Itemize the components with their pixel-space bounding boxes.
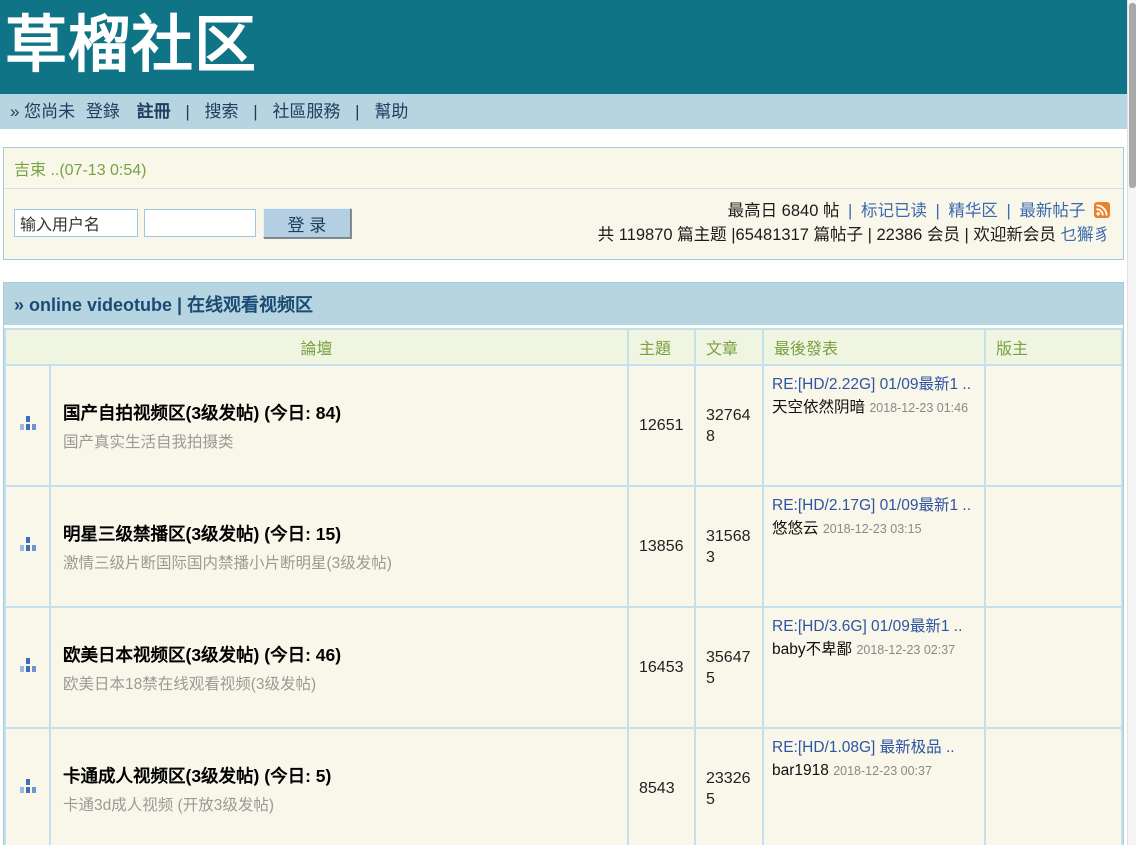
topics-count: 12651 xyxy=(628,365,695,486)
topics-count: 8543 xyxy=(628,728,695,845)
moderator-cell xyxy=(985,728,1122,845)
forum-row: 国产自拍视频区(3级发帖) (今日: 84) 国产真实生活自我拍摄类 12651… xyxy=(5,365,1122,486)
forum-title-link[interactable]: 国产自拍视频区(3级发帖) (今日: 84) xyxy=(63,400,615,425)
scrollbar-thumb[interactable] xyxy=(1129,3,1136,188)
lastpost-cell: RE:[HD/1.08G] 最新极品 .. bar1918 2018-12-23… xyxy=(763,728,985,845)
forum-description: 激情三级片断国际国内禁播小片断明星(3级发帖) xyxy=(63,551,615,573)
forum-status-icon xyxy=(5,728,50,845)
stats-separator: | xyxy=(1007,202,1011,220)
quick-login-form: 登 录 xyxy=(14,208,351,238)
column-header-lastpost: 最後發表 xyxy=(763,329,985,365)
page: 草榴社区 » 您尚未 登錄 註冊 | 搜索 | 社區服務 | 幫助 吉束 ..(… xyxy=(0,0,1127,845)
forum-description: 国产真实生活自我拍摄类 xyxy=(63,430,615,452)
newest-posts-link[interactable]: 最新帖子 xyxy=(1019,202,1085,220)
forum-row: 欧美日本视频区(3级发帖) (今日: 46) 欧美日本18禁在线观看视频(3级发… xyxy=(5,607,1122,728)
forum-cell: 卡通成人视频区(3级发帖) (今日: 5) 卡通3d成人视频 (开放3级发帖) xyxy=(50,728,628,845)
column-header-posts: 文章 xyxy=(695,329,763,365)
nav-search-link[interactable]: 搜索 xyxy=(205,102,239,121)
lastpost-cell: RE:[HD/2.17G] 01/09最新1 .. 悠悠云 2018-12-23… xyxy=(763,486,985,607)
lastpost-time: 2018-12-23 03:15 xyxy=(823,522,922,536)
posts-count: 233265 xyxy=(695,728,763,845)
mark-read-link[interactable]: 标记已读 xyxy=(861,202,927,220)
site-logo-title: 草榴社区 xyxy=(0,0,1127,92)
login-button[interactable]: 登 录 xyxy=(263,208,351,238)
lastpost-time: 2018-12-23 01:46 xyxy=(869,401,968,415)
column-header-moderator: 版主 xyxy=(985,329,1122,365)
forum-cell: 国产自拍视频区(3级发帖) (今日: 84) 国产真实生活自我拍摄类 xyxy=(50,365,628,486)
forum-title-link[interactable]: 欧美日本视频区(3级发帖) (今日: 46) xyxy=(63,642,615,667)
lastpost-time: 2018-12-23 00:37 xyxy=(833,764,932,778)
stats-separator: | xyxy=(848,202,852,220)
masthead: 草榴社区 xyxy=(0,0,1127,94)
forum-table: 論壇 主題 文章 最後發表 版主 国产自拍视频区(3级发帖) (今日: 84) … xyxy=(4,328,1123,845)
newest-member-link[interactable]: 乜獬豸 xyxy=(1061,226,1111,244)
forum-title-link[interactable]: 明星三级禁播区(3级发帖) (今日: 15) xyxy=(63,521,615,546)
login-status-text: » 您尚未 xyxy=(10,102,75,121)
lastpost-time: 2018-12-23 02:37 xyxy=(856,643,955,657)
lastpost-title-link[interactable]: RE:[HD/1.08G] 最新极品 .. xyxy=(772,739,955,756)
digest-area-link[interactable]: 精华区 xyxy=(948,202,998,220)
lastpost-author[interactable]: baby不卑鄙 xyxy=(772,641,852,658)
posts-count: 327648 xyxy=(695,365,763,486)
announcement-text[interactable]: 吉束 ..(07-13 0:54) xyxy=(4,148,1123,189)
forum-description: 欧美日本18禁在线观看视频(3级发帖) xyxy=(63,672,615,694)
rss-icon[interactable] xyxy=(1094,201,1110,217)
moderator-cell xyxy=(985,365,1122,486)
moderator-cell xyxy=(985,486,1122,607)
forum-row: 明星三级禁播区(3级发帖) (今日: 15) 激情三级片断国际国内禁播小片断明星… xyxy=(5,486,1122,607)
lastpost-author[interactable]: bar1918 xyxy=(772,762,829,779)
forum-status-icon xyxy=(5,607,50,728)
lastpost-author[interactable]: 悠悠云 xyxy=(772,520,819,537)
forum-description: 卡通3d成人视频 (开放3级发帖) xyxy=(63,793,615,815)
moderator-cell xyxy=(985,607,1122,728)
totals-text: 共 119870 篇主题 |65481317 篇帖子 | 22386 会员 | … xyxy=(598,226,1056,244)
top-navbar: » 您尚未 登錄 註冊 | 搜索 | 社區服務 | 幫助 xyxy=(0,94,1127,129)
column-header-topics: 主題 xyxy=(628,329,695,365)
forum-status-icon xyxy=(5,486,50,607)
forum-row: 卡通成人视频区(3级发帖) (今日: 5) 卡通3d成人视频 (开放3级发帖) … xyxy=(5,728,1122,845)
nav-register-link[interactable]: 註冊 xyxy=(137,102,171,121)
nav-service-link[interactable]: 社區服務 xyxy=(272,102,340,121)
topics-count: 13856 xyxy=(628,486,695,607)
announcement-body: 登 录 最高日 6840 帖 | 标记已读 | 精华区 | 最新帖子 共 119… xyxy=(4,189,1123,259)
nav-separator: | xyxy=(355,102,359,121)
forum-table-header-row: 論壇 主題 文章 最後發表 版主 xyxy=(5,329,1122,365)
lastpost-title-link[interactable]: RE:[HD/2.17G] 01/09最新1 .. xyxy=(772,497,971,514)
password-input[interactable] xyxy=(144,209,256,237)
announcement-box: 吉束 ..(07-13 0:54) 登 录 最高日 6840 帖 | 标记已读 … xyxy=(3,147,1124,260)
nav-help-link[interactable]: 幫助 xyxy=(374,102,408,121)
lastpost-title-link[interactable]: RE:[HD/3.6G] 01/09最新1 .. xyxy=(772,618,962,635)
max-posts-per-day: 最高日 6840 帖 xyxy=(728,202,840,220)
stats-separator: | xyxy=(936,202,940,220)
lastpost-author[interactable]: 天空依然阴暗 xyxy=(772,399,865,416)
lastpost-cell: RE:[HD/2.22G] 01/09最新1 .. 天空依然阴暗 2018-12… xyxy=(763,365,985,486)
lastpost-title-link[interactable]: RE:[HD/2.22G] 01/09最新1 .. xyxy=(772,376,971,393)
topics-count: 16453 xyxy=(628,607,695,728)
lastpost-cell: RE:[HD/3.6G] 01/09最新1 .. baby不卑鄙 2018-12… xyxy=(763,607,985,728)
posts-count: 315683 xyxy=(695,486,763,607)
column-header-forum: 論壇 xyxy=(5,329,628,365)
nav-login-link[interactable]: 登錄 xyxy=(86,102,120,121)
forum-category-box: » online videotube | 在线观看视频区 論壇 主題 文章 最後… xyxy=(3,282,1124,845)
nav-separator: | xyxy=(185,102,189,121)
username-input[interactable] xyxy=(14,209,138,237)
forum-status-icon xyxy=(5,365,50,486)
board-stats: 最高日 6840 帖 | 标记已读 | 精华区 | 最新帖子 共 119870 … xyxy=(598,199,1113,247)
stats-line-1: 最高日 6840 帖 | 标记已读 | 精华区 | 最新帖子 xyxy=(598,199,1110,223)
forum-cell: 欧美日本视频区(3级发帖) (今日: 46) 欧美日本18禁在线观看视频(3级发… xyxy=(50,607,628,728)
forum-title-link[interactable]: 卡通成人视频区(3级发帖) (今日: 5) xyxy=(63,763,615,788)
nav-separator: | xyxy=(253,102,257,121)
forum-cell: 明星三级禁播区(3级发帖) (今日: 15) 激情三级片断国际国内禁播小片断明星… xyxy=(50,486,628,607)
category-header[interactable]: » online videotube | 在线观看视频区 xyxy=(4,283,1123,328)
stats-line-2: 共 119870 篇主题 |65481317 篇帖子 | 22386 会员 | … xyxy=(598,223,1110,247)
vertical-scrollbar[interactable] xyxy=(1127,0,1136,845)
posts-count: 356475 xyxy=(695,607,763,728)
